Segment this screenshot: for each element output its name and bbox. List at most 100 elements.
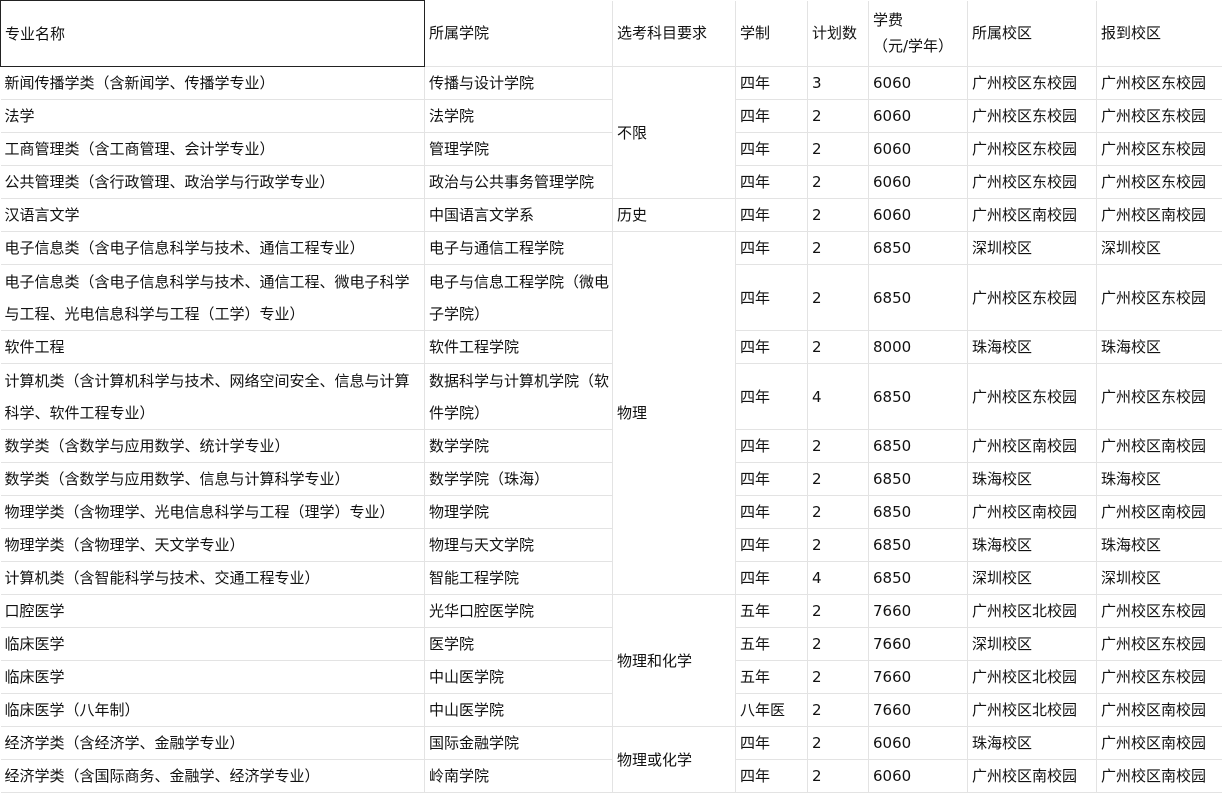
fee-cell[interactable]: 6850 (869, 265, 968, 331)
subject-cell[interactable]: 不限 (613, 67, 736, 199)
subject-cell[interactable]: 历史 (613, 199, 736, 232)
report-cell[interactable]: 广州校区东校园 (1097, 100, 1222, 133)
quota-cell[interactable]: 2 (808, 232, 869, 265)
college-cell[interactable]: 软件工程学院 (425, 331, 613, 364)
report-cell[interactable]: 广州校区东校园 (1097, 595, 1222, 628)
major-cell[interactable]: 临床医学（八年制） (1, 694, 425, 727)
report-cell[interactable]: 广州校区南校园 (1097, 760, 1222, 793)
fee-cell[interactable]: 7660 (869, 628, 968, 661)
campus-cell[interactable]: 广州校区南校园 (968, 496, 1097, 529)
campus-cell[interactable]: 珠海校区 (968, 463, 1097, 496)
years-cell[interactable]: 八年医 (736, 694, 808, 727)
report-cell[interactable]: 广州校区东校园 (1097, 265, 1222, 331)
college-cell[interactable]: 数学学院（珠海） (425, 463, 613, 496)
college-cell[interactable]: 物理与天文学院 (425, 529, 613, 562)
campus-cell[interactable]: 广州校区南校园 (968, 760, 1097, 793)
years-cell[interactable]: 四年 (736, 199, 808, 232)
college-cell[interactable]: 法学院 (425, 100, 613, 133)
college-cell[interactable]: 电子与信息工程学院（微电子学院） (425, 265, 613, 331)
quota-cell[interactable]: 2 (808, 661, 869, 694)
campus-cell[interactable]: 珠海校区 (968, 331, 1097, 364)
header-quota-cell[interactable]: 计划数 (808, 1, 869, 67)
years-cell[interactable]: 四年 (736, 265, 808, 331)
fee-cell[interactable]: 6850 (869, 364, 968, 430)
campus-cell[interactable]: 广州校区东校园 (968, 166, 1097, 199)
major-cell[interactable]: 经济学类（含国际商务、金融学、经济学专业） (1, 760, 425, 793)
report-cell[interactable]: 珠海校区 (1097, 529, 1222, 562)
quota-cell[interactable]: 2 (808, 430, 869, 463)
college-cell[interactable]: 岭南学院 (425, 760, 613, 793)
major-cell[interactable]: 数学类（含数学与应用数学、统计学专业） (1, 430, 425, 463)
report-cell[interactable]: 广州校区东校园 (1097, 133, 1222, 166)
quota-cell[interactable]: 2 (808, 595, 869, 628)
report-cell[interactable]: 广州校区南校园 (1097, 694, 1222, 727)
years-cell[interactable]: 四年 (736, 760, 808, 793)
header-college-cell[interactable]: 所属学院 (425, 1, 613, 67)
report-cell[interactable]: 广州校区南校园 (1097, 430, 1222, 463)
header-subject-cell[interactable]: 选考科目要求 (613, 1, 736, 67)
years-cell[interactable]: 四年 (736, 562, 808, 595)
header-campus-cell[interactable]: 所属校区 (968, 1, 1097, 67)
college-cell[interactable]: 传播与设计学院 (425, 67, 613, 100)
quota-cell[interactable]: 2 (808, 760, 869, 793)
years-cell[interactable]: 四年 (736, 331, 808, 364)
college-cell[interactable]: 数学学院 (425, 430, 613, 463)
major-cell[interactable]: 计算机类（含智能科学与技术、交通工程专业） (1, 562, 425, 595)
major-cell[interactable]: 计算机类（含计算机科学与技术、网络空间安全、信息与计算科学、软件工程专业） (1, 364, 425, 430)
fee-cell[interactable]: 6060 (869, 166, 968, 199)
major-cell[interactable]: 公共管理类（含行政管理、政治学与行政学专业） (1, 166, 425, 199)
campus-cell[interactable]: 广州校区北校园 (968, 694, 1097, 727)
subject-cell[interactable]: 物理 (613, 232, 736, 595)
years-cell[interactable]: 五年 (736, 628, 808, 661)
years-cell[interactable]: 四年 (736, 463, 808, 496)
major-cell[interactable]: 新闻传播学类（含新闻学、传播学专业） (1, 67, 425, 100)
years-cell[interactable]: 四年 (736, 529, 808, 562)
quota-cell[interactable]: 2 (808, 331, 869, 364)
years-cell[interactable]: 四年 (736, 100, 808, 133)
college-cell[interactable]: 智能工程学院 (425, 562, 613, 595)
fee-cell[interactable]: 6060 (869, 100, 968, 133)
major-cell[interactable]: 工商管理类（含工商管理、会计学专业） (1, 133, 425, 166)
campus-cell[interactable]: 广州校区南校园 (968, 199, 1097, 232)
college-cell[interactable]: 中山医学院 (425, 661, 613, 694)
fee-cell[interactable]: 6850 (869, 496, 968, 529)
subject-cell[interactable]: 物理和化学 (613, 595, 736, 727)
major-cell[interactable]: 物理学类（含物理学、光电信息科学与工程（理学）专业） (1, 496, 425, 529)
campus-cell[interactable]: 广州校区南校园 (968, 430, 1097, 463)
quota-cell[interactable]: 2 (808, 496, 869, 529)
header-years-cell[interactable]: 学制 (736, 1, 808, 67)
header-major-cell[interactable]: 专业名称 (1, 1, 425, 67)
report-cell[interactable]: 广州校区东校园 (1097, 166, 1222, 199)
fee-cell[interactable]: 6060 (869, 760, 968, 793)
major-cell[interactable]: 经济学类（含经济学、金融学专业） (1, 727, 425, 760)
report-cell[interactable]: 广州校区东校园 (1097, 364, 1222, 430)
campus-cell[interactable]: 珠海校区 (968, 529, 1097, 562)
quota-cell[interactable]: 2 (808, 100, 869, 133)
fee-cell[interactable]: 6850 (869, 529, 968, 562)
quota-cell[interactable]: 2 (808, 199, 869, 232)
campus-cell[interactable]: 深圳校区 (968, 232, 1097, 265)
fee-cell[interactable]: 7660 (869, 595, 968, 628)
fee-cell[interactable]: 8000 (869, 331, 968, 364)
campus-cell[interactable]: 广州校区东校园 (968, 100, 1097, 133)
major-cell[interactable]: 物理学类（含物理学、天文学专业） (1, 529, 425, 562)
years-cell[interactable]: 四年 (736, 133, 808, 166)
fee-cell[interactable]: 6850 (869, 463, 968, 496)
report-cell[interactable]: 广州校区南校园 (1097, 727, 1222, 760)
major-cell[interactable]: 软件工程 (1, 331, 425, 364)
college-cell[interactable]: 政治与公共事务管理学院 (425, 166, 613, 199)
quota-cell[interactable]: 4 (808, 364, 869, 430)
college-cell[interactable]: 电子与通信工程学院 (425, 232, 613, 265)
campus-cell[interactable]: 广州校区东校园 (968, 67, 1097, 100)
fee-cell[interactable]: 6850 (869, 232, 968, 265)
college-cell[interactable]: 物理学院 (425, 496, 613, 529)
years-cell[interactable]: 五年 (736, 661, 808, 694)
quota-cell[interactable]: 2 (808, 265, 869, 331)
fee-cell[interactable]: 6850 (869, 430, 968, 463)
fee-cell[interactable]: 6060 (869, 727, 968, 760)
college-cell[interactable]: 管理学院 (425, 133, 613, 166)
major-cell[interactable]: 电子信息类（含电子信息科学与技术、通信工程、微电子科学与工程、光电信息科学与工程… (1, 265, 425, 331)
subject-cell[interactable]: 物理或化学 (613, 727, 736, 793)
major-cell[interactable]: 数学类（含数学与应用数学、信息与计算科学专业） (1, 463, 425, 496)
years-cell[interactable]: 五年 (736, 595, 808, 628)
